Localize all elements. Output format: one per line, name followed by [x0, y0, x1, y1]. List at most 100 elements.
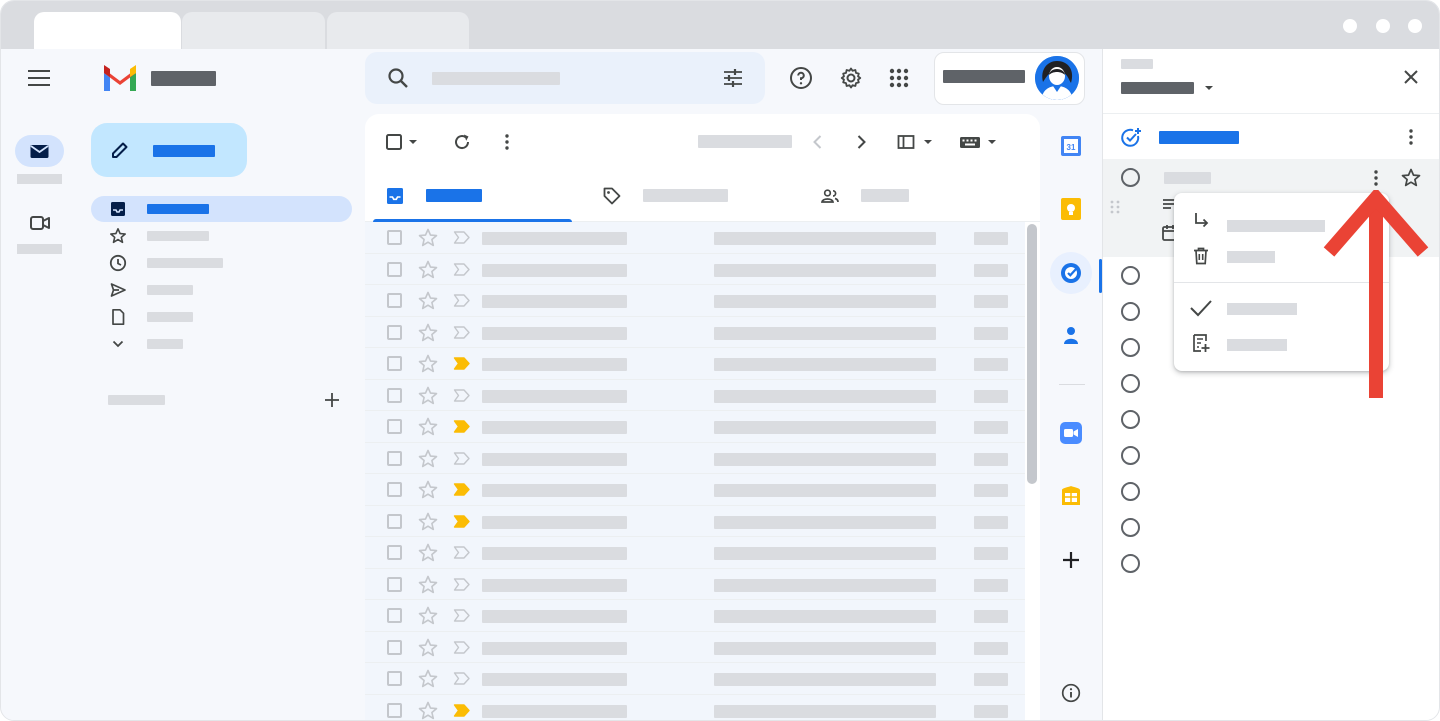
- refresh-icon[interactable]: [452, 132, 472, 152]
- table-row[interactable]: [365, 537, 1025, 569]
- star-icon[interactable]: [417, 511, 439, 533]
- table-row[interactable]: [365, 222, 1025, 254]
- row-checkbox[interactable]: [387, 639, 402, 655]
- table-row[interactable]: [365, 253, 1025, 285]
- row-checkbox[interactable]: [387, 545, 402, 560]
- row-checkbox[interactable]: [387, 387, 402, 403]
- row-checkbox[interactable]: [387, 576, 402, 592]
- star-icon[interactable]: [417, 605, 439, 627]
- important-marker-icon[interactable]: [453, 482, 471, 497]
- row-checkbox[interactable]: [387, 671, 402, 686]
- apps-grid-icon[interactable]: [887, 66, 911, 90]
- row-checkbox[interactable]: [387, 513, 402, 529]
- star-icon[interactable]: [417, 637, 439, 659]
- important-marker-icon[interactable]: [453, 577, 471, 592]
- table-row[interactable]: [365, 600, 1025, 632]
- table-row[interactable]: [365, 694, 1025, 721]
- row-checkbox[interactable]: [387, 482, 402, 497]
- help-icon[interactable]: [789, 66, 813, 90]
- table-row[interactable]: [365, 568, 1025, 600]
- important-marker-icon[interactable]: [453, 356, 471, 371]
- zoom-icon[interactable]: [1059, 421, 1083, 445]
- table-row[interactable]: [365, 316, 1025, 348]
- scrollbar[interactable]: [1027, 224, 1037, 484]
- important-marker-icon[interactable]: [453, 703, 471, 718]
- star-icon[interactable]: [1400, 167, 1422, 189]
- important-marker-icon[interactable]: [453, 230, 471, 245]
- account-chip[interactable]: [934, 52, 1085, 105]
- important-marker-icon[interactable]: [453, 545, 471, 560]
- rail-mail-button[interactable]: [15, 135, 64, 167]
- star-icon[interactable]: [417, 542, 439, 564]
- important-marker-icon[interactable]: [453, 325, 471, 340]
- task-complete-circle[interactable]: [1121, 410, 1140, 429]
- compose-button[interactable]: [91, 123, 247, 177]
- tab-primary[interactable]: [373, 174, 572, 222]
- table-row[interactable]: [365, 442, 1025, 474]
- task-complete-circle[interactable]: [1121, 482, 1140, 501]
- important-marker-icon[interactable]: [453, 608, 471, 623]
- row-checkbox[interactable]: [387, 324, 402, 340]
- table-row[interactable]: [365, 285, 1025, 317]
- more-vert-icon[interactable]: [1366, 168, 1386, 188]
- table-row[interactable]: [365, 663, 1025, 695]
- star-icon[interactable]: [417, 448, 439, 470]
- tab-social[interactable]: [805, 174, 1015, 222]
- filter-sliders-icon[interactable]: [722, 67, 744, 89]
- sidebar-item-inbox[interactable]: [91, 196, 352, 222]
- row-checkbox[interactable]: [387, 702, 402, 718]
- important-marker-icon[interactable]: [453, 262, 471, 277]
- task-complete-circle[interactable]: [1121, 374, 1140, 393]
- row-checkbox[interactable]: [387, 419, 402, 434]
- gear-icon[interactable]: [839, 66, 863, 90]
- star-icon[interactable]: [417, 574, 439, 596]
- info-icon[interactable]: [1061, 683, 1081, 703]
- window-control-dot[interactable]: [1376, 19, 1390, 33]
- task-complete-circle[interactable]: [1121, 266, 1140, 285]
- table-row[interactable]: [365, 505, 1025, 537]
- star-icon[interactable]: [417, 290, 439, 312]
- plus-icon[interactable]: [1059, 548, 1083, 572]
- drag-handle-icon[interactable]: [1109, 198, 1121, 216]
- sidebar-item-more[interactable]: [91, 331, 352, 357]
- avatar[interactable]: [1035, 56, 1079, 100]
- table-row[interactable]: [365, 474, 1025, 506]
- chevron-left-icon[interactable]: [808, 132, 828, 152]
- task-complete-circle[interactable]: [1121, 168, 1140, 187]
- star-icon[interactable]: [417, 668, 439, 690]
- row-checkbox[interactable]: [387, 608, 402, 623]
- table-row[interactable]: [365, 411, 1025, 443]
- contacts-icon[interactable]: [1059, 323, 1083, 347]
- star-icon[interactable]: [417, 353, 439, 375]
- more-vert-icon[interactable]: [1401, 127, 1421, 147]
- sidebar-item-starred[interactable]: [91, 223, 352, 249]
- table-row[interactable]: [365, 379, 1025, 411]
- search-input[interactable]: [432, 72, 560, 85]
- star-icon[interactable]: [417, 700, 439, 721]
- important-marker-icon[interactable]: [453, 419, 471, 434]
- task-list-selector[interactable]: [1121, 79, 1221, 97]
- hamburger-icon[interactable]: [28, 70, 50, 86]
- window-control-dot[interactable]: [1343, 19, 1357, 33]
- table-row[interactable]: [365, 348, 1025, 380]
- row-checkbox[interactable]: [387, 450, 402, 466]
- star-icon[interactable]: [417, 259, 439, 281]
- browser-tab-active[interactable]: [34, 12, 181, 49]
- task-complete-circle[interactable]: [1121, 518, 1140, 537]
- search-bar[interactable]: [365, 52, 765, 104]
- important-marker-icon[interactable]: [453, 671, 471, 686]
- important-marker-icon[interactable]: [453, 514, 471, 529]
- row-checkbox[interactable]: [387, 230, 402, 245]
- task-complete-circle[interactable]: [1121, 338, 1140, 357]
- row-checkbox[interactable]: [387, 261, 402, 277]
- row-checkbox[interactable]: [387, 356, 402, 371]
- sidebar-item-drafts[interactable]: [91, 304, 352, 330]
- star-icon[interactable]: [417, 227, 439, 249]
- more-vert-icon[interactable]: [497, 132, 517, 152]
- table-row[interactable]: [365, 631, 1025, 663]
- add-task-button[interactable]: [1117, 123, 1247, 151]
- video-icon[interactable]: [29, 213, 51, 233]
- star-icon[interactable]: [417, 385, 439, 407]
- plus-icon[interactable]: [323, 391, 341, 409]
- select-all-checkbox[interactable]: [385, 132, 419, 152]
